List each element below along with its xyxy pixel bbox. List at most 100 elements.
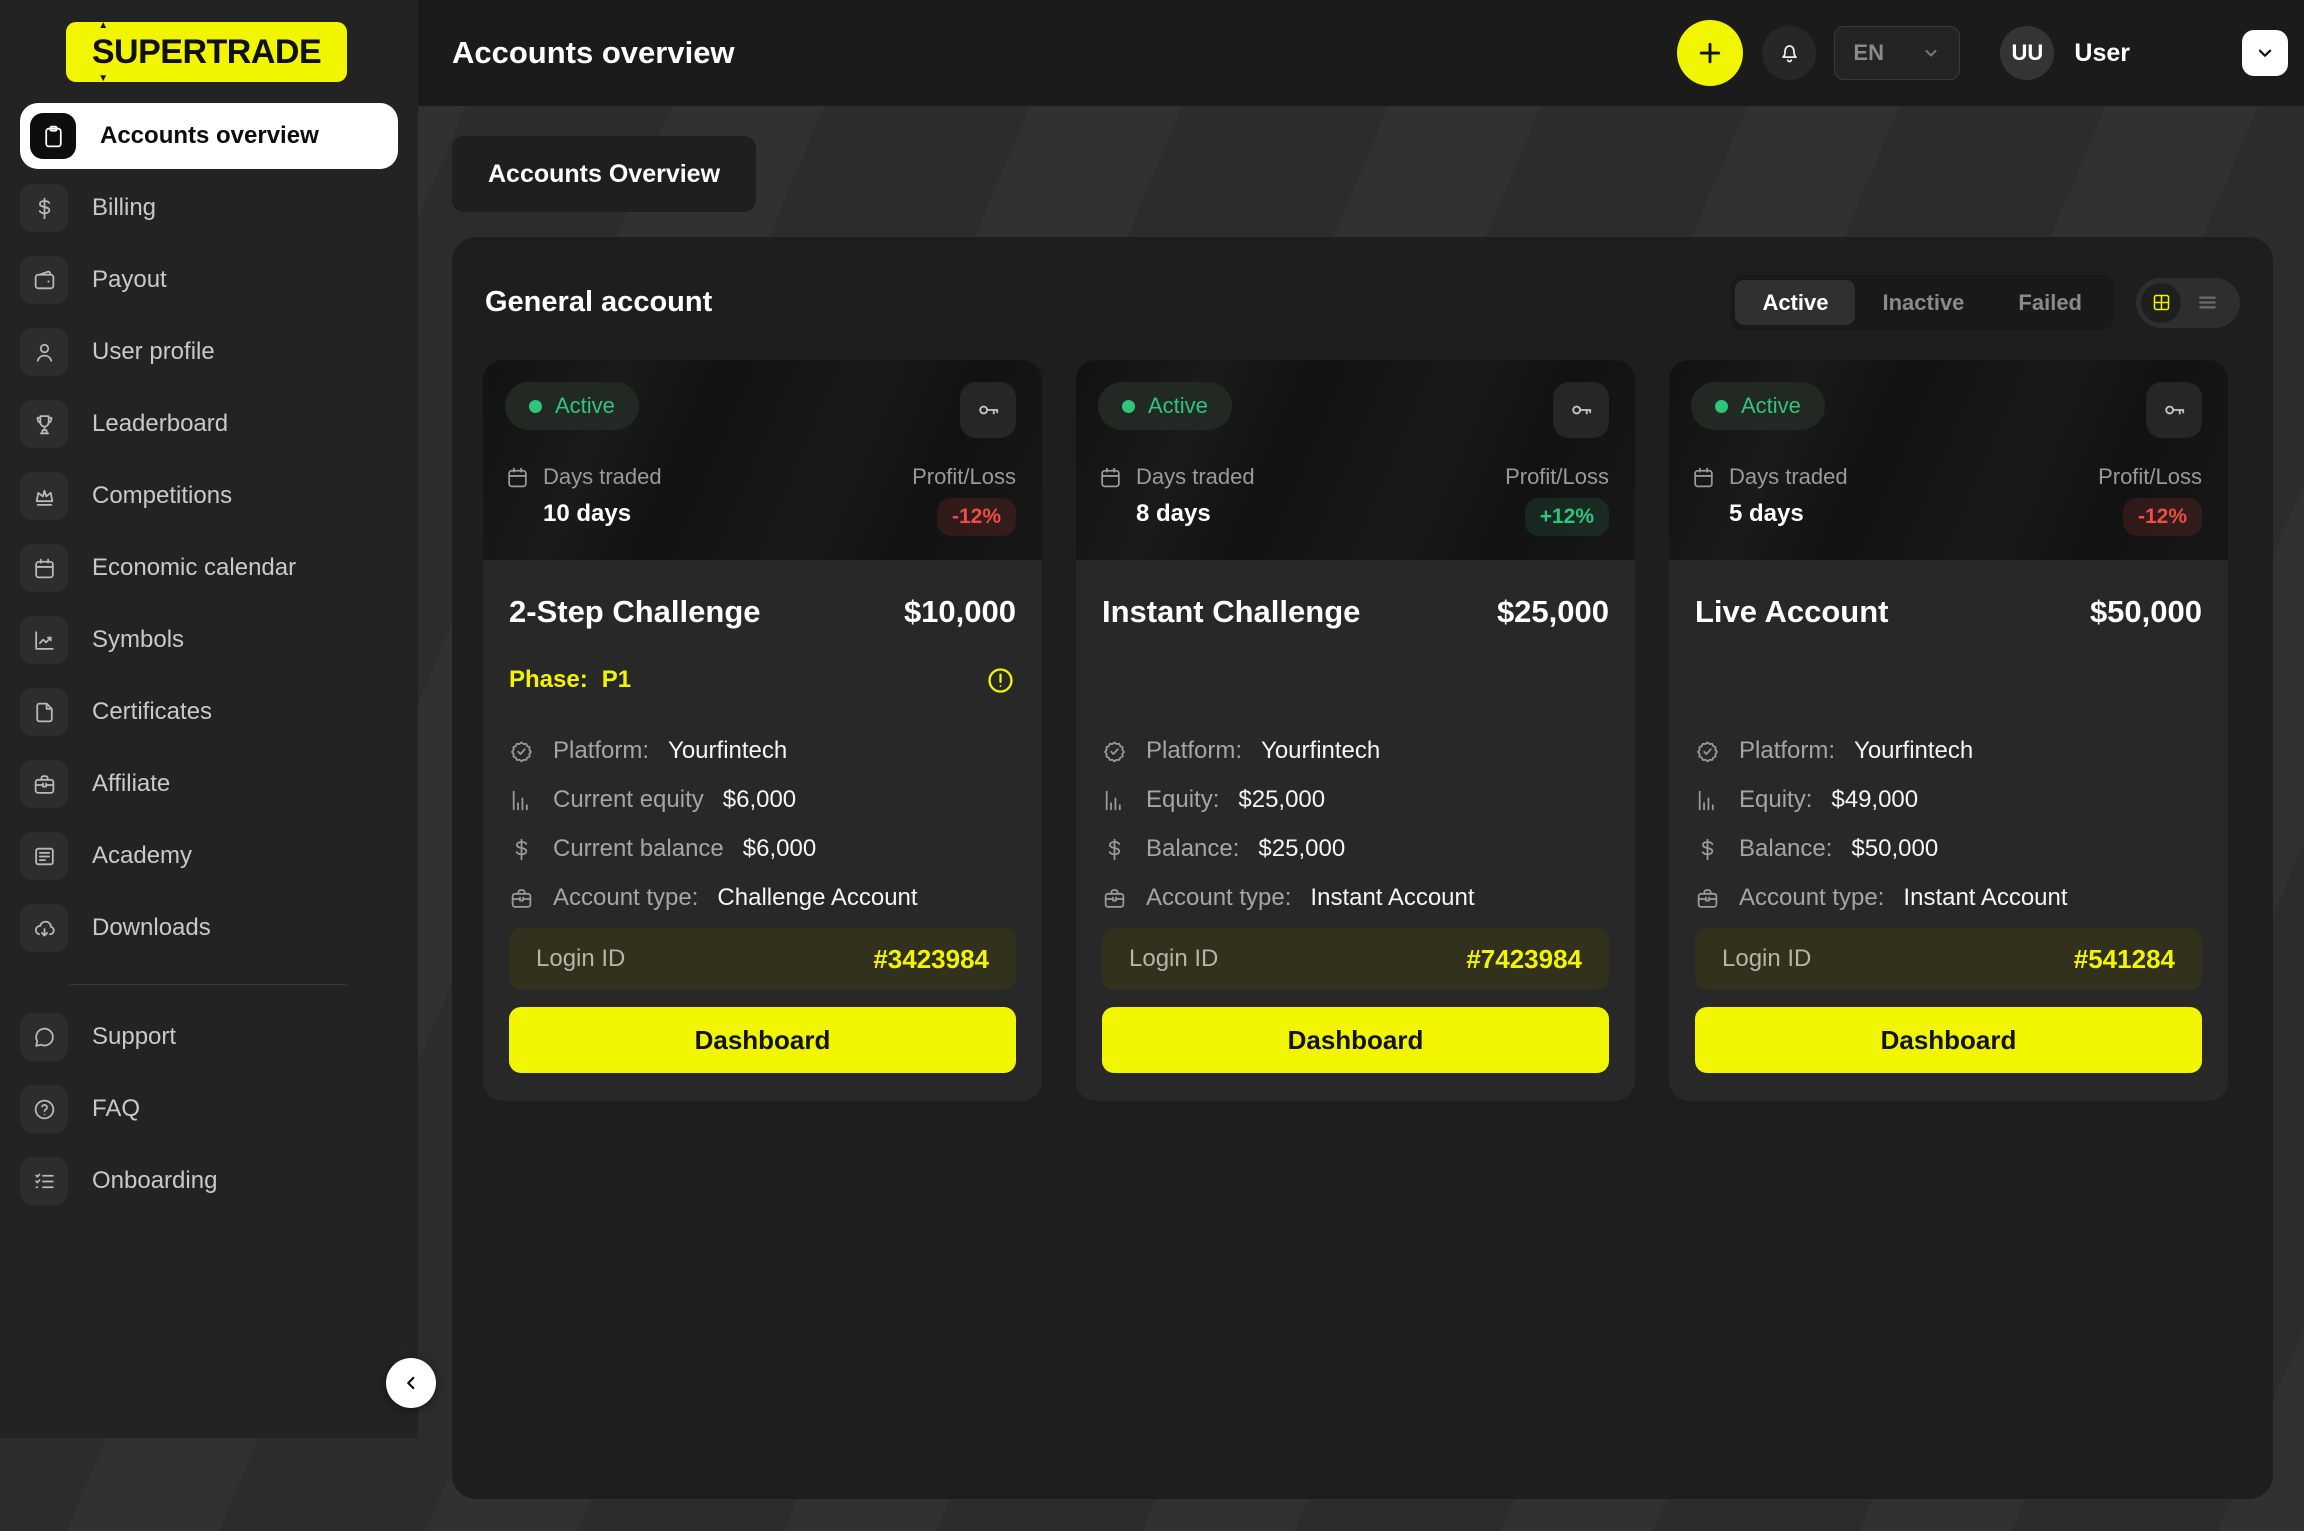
sidebar-item-symbols[interactable]: Symbols [20, 616, 398, 664]
list-view-icon [2196, 291, 2219, 314]
alert-circle-icon[interactable] [985, 665, 1016, 696]
detail-label: Equity: [1739, 786, 1812, 814]
detail-label: Platform: [1146, 737, 1242, 765]
tab-accounts-overview[interactable]: Accounts Overview [452, 136, 756, 212]
logo-dollar-s: S [92, 33, 114, 72]
plus-icon [1695, 38, 1725, 68]
avatar[interactable]: UU [2000, 26, 2054, 80]
wallet-icon [20, 256, 68, 304]
sidebar-item-onboarding[interactable]: Onboarding [20, 1157, 398, 1205]
list-view-button[interactable] [2187, 283, 2227, 323]
detail-value: Instant Account [1903, 884, 2067, 912]
detail-label: Platform: [1739, 737, 1835, 765]
language-select[interactable]: EN [1834, 26, 1960, 80]
sidebar-item-certificates[interactable]: Certificates [20, 688, 398, 736]
sidebar-item-billing[interactable]: Billing [20, 184, 398, 232]
phase-spacer [1695, 663, 2202, 697]
profit-loss-chip: -12% [2123, 498, 2202, 536]
days-traded-value: 5 days [1729, 500, 1848, 528]
dashboard-button[interactable]: Dashboard [1695, 1007, 2202, 1073]
sidebar-item-label: FAQ [92, 1095, 140, 1123]
sidebar-divider [70, 984, 346, 985]
profit-loss-chip: -12% [937, 498, 1016, 536]
card-top-section: Active Days traded 10 days [483, 360, 1042, 560]
add-account-button[interactable] [1677, 20, 1743, 86]
user-name: User [2074, 39, 2130, 68]
sidebar-collapse-button[interactable] [386, 1358, 436, 1408]
detail-row-balance: Current balance $6,000 [509, 835, 1016, 863]
briefcase-icon [509, 886, 534, 911]
sidebar-item-support[interactable]: Support [20, 1013, 398, 1061]
sidebar-item-label: Accounts overview [100, 122, 319, 150]
notifications-button[interactable] [1762, 26, 1816, 80]
detail-row-balance: Balance: $50,000 [1695, 835, 2202, 863]
status-filter-tabs: Active Inactive Failed [1730, 275, 2114, 330]
card-top-section: Active Days traded 5 days [1669, 360, 2228, 560]
filter-tab-active[interactable]: Active [1735, 280, 1855, 325]
profit-loss-label: Profit/Loss [1505, 464, 1609, 490]
sidebar-item-label: Affiliate [92, 770, 170, 798]
calendar-icon [505, 465, 530, 490]
sidebar-item-affiliate[interactable]: Affiliate [20, 760, 398, 808]
sidebar-item-academy[interactable]: Academy [20, 832, 398, 880]
dashboard-button[interactable]: Dashboard [509, 1007, 1016, 1073]
status-label: Active [1741, 393, 1801, 419]
brand-logo[interactable]: SUPERTRADE [66, 22, 347, 82]
filter-tab-inactive[interactable]: Inactive [1855, 280, 1991, 325]
sidebar-item-label: Symbols [92, 626, 184, 654]
detail-label: Account type: [1739, 884, 1884, 912]
detail-rows: Platform: Yourfintech Equity: $25,000 Ba… [1102, 737, 1609, 912]
user-menu-button[interactable] [2242, 30, 2288, 76]
credentials-button[interactable] [1553, 382, 1609, 438]
grid-view-button[interactable] [2141, 283, 2181, 323]
account-card-instant-challenge: Active Days traded 8 days [1076, 360, 1635, 1101]
card-body: 2-Step Challenge $10,000 Phase:P1 Platfo… [483, 560, 1042, 1101]
sidebar-item-faq[interactable]: FAQ [20, 1085, 398, 1133]
sidebar-item-downloads[interactable]: Downloads [20, 904, 398, 952]
days-traded-label: Days traded [543, 464, 662, 490]
detail-value: Yourfintech [668, 737, 787, 765]
detail-label: Account type: [553, 884, 698, 912]
phase-spacer [1102, 663, 1609, 697]
detail-row-balance: Balance: $25,000 [1102, 835, 1609, 863]
card-body: Instant Challenge $25,000 Platform: Your… [1076, 560, 1635, 1101]
sidebar-item-payout[interactable]: Payout [20, 256, 398, 304]
key-icon [975, 397, 1001, 423]
detail-label: Platform: [553, 737, 649, 765]
logo-text: UPERTRADE [114, 33, 321, 72]
credentials-button[interactable] [960, 382, 1016, 438]
dashboard-button[interactable]: Dashboard [1102, 1007, 1609, 1073]
detail-label: Equity: [1146, 786, 1219, 814]
sidebar-item-leaderboard[interactable]: Leaderboard [20, 400, 398, 448]
bar-chart-icon [509, 788, 534, 813]
clipboard-icon [30, 113, 76, 159]
login-id-label: Login ID [536, 945, 625, 973]
detail-row-platform: Platform: Yourfintech [1102, 737, 1609, 765]
filter-tab-failed[interactable]: Failed [1991, 280, 2109, 325]
top-header: Accounts overview EN UU User [418, 0, 2304, 106]
badge-check-icon [1102, 739, 1127, 764]
key-icon [2161, 397, 2187, 423]
sidebar-item-label: Payout [92, 266, 167, 294]
trophy-icon [20, 400, 68, 448]
card-title: Live Account [1695, 594, 1889, 630]
card-amount: $25,000 [1497, 594, 1609, 630]
sidebar-item-accounts-overview[interactable]: Accounts overview [20, 103, 398, 169]
help-circle-icon [20, 1085, 68, 1133]
credentials-button[interactable] [2146, 382, 2202, 438]
card-title: Instant Challenge [1102, 594, 1360, 630]
sidebar-item-label: Billing [92, 194, 156, 222]
login-id-value: #541284 [2074, 944, 2175, 975]
briefcase-icon [1695, 886, 1720, 911]
sidebar-item-user-profile[interactable]: User profile [20, 328, 398, 376]
profit-loss-label: Profit/Loss [912, 464, 1016, 490]
profit-loss-label: Profit/Loss [2098, 464, 2202, 490]
days-traded: Days traded 10 days [505, 464, 662, 528]
page-title: Accounts overview [452, 35, 735, 71]
detail-label: Balance: [1739, 835, 1832, 863]
days-traded-label: Days traded [1136, 464, 1255, 490]
sidebar-item-label: Academy [92, 842, 192, 870]
sidebar-item-economic-calendar[interactable]: Economic calendar [20, 544, 398, 592]
days-traded: Days traded 5 days [1691, 464, 1848, 528]
sidebar-item-competitions[interactable]: Competitions [20, 472, 398, 520]
